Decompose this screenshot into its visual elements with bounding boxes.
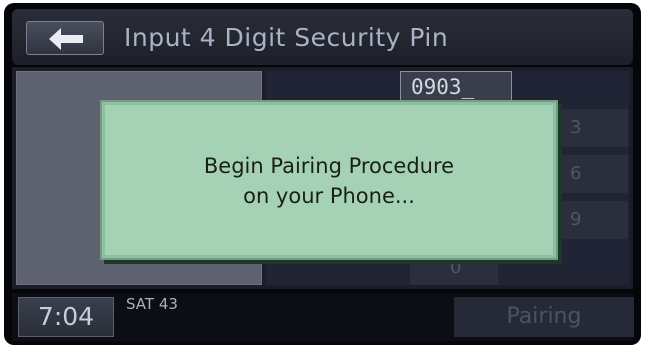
pairing-button[interactable]: Pairing xyxy=(454,297,634,337)
page-title: Input 4 Digit Security Pin xyxy=(124,23,449,52)
keypad-key-6[interactable]: 6 xyxy=(558,155,628,193)
keypad-key-9[interactable]: 9 xyxy=(558,201,628,239)
back-button[interactable] xyxy=(26,21,104,55)
pin-input[interactable]: 0903_ xyxy=(400,71,512,103)
back-arrow-icon xyxy=(49,28,83,50)
station-label: SAT 43 xyxy=(126,295,178,313)
status-bar: 7:04 SAT 43 Pairing xyxy=(12,293,634,341)
popup-message-line-1: Begin Pairing Procedure xyxy=(203,154,455,178)
keypad-key-3[interactable]: 3 xyxy=(558,109,628,147)
head-unit-screen: Input 4 Digit Security Pin 0903_ 3 6 9 0… xyxy=(4,3,641,345)
title-bar: Input 4 Digit Security Pin xyxy=(12,9,633,65)
pairing-popup: Begin Pairing Procedure on your Phone... xyxy=(100,100,558,260)
popup-message-line-2: on your Phone... xyxy=(243,184,415,208)
clock: 7:04 xyxy=(18,297,114,337)
